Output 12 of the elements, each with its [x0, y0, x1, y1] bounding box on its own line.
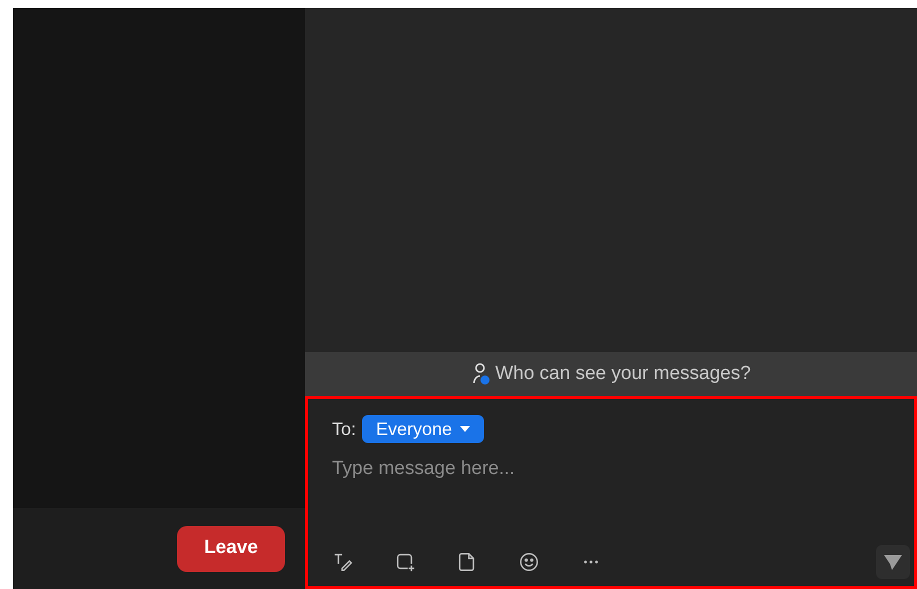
screenshot-icon[interactable]	[394, 551, 416, 573]
emoji-icon[interactable]	[518, 551, 540, 573]
leave-button[interactable]: Leave	[177, 526, 285, 572]
caret-icon	[460, 426, 470, 432]
message-input[interactable]: Type message here...	[332, 455, 732, 484]
send-icon	[883, 552, 903, 572]
send-button[interactable]	[876, 545, 910, 579]
to-label: To:	[332, 418, 356, 440]
notice-text[interactable]: Who can see your messages?	[495, 360, 751, 388]
text-format-icon[interactable]	[332, 551, 354, 573]
recipient-dropdown[interactable]: Everyone	[362, 415, 484, 443]
person-icon	[471, 362, 492, 386]
